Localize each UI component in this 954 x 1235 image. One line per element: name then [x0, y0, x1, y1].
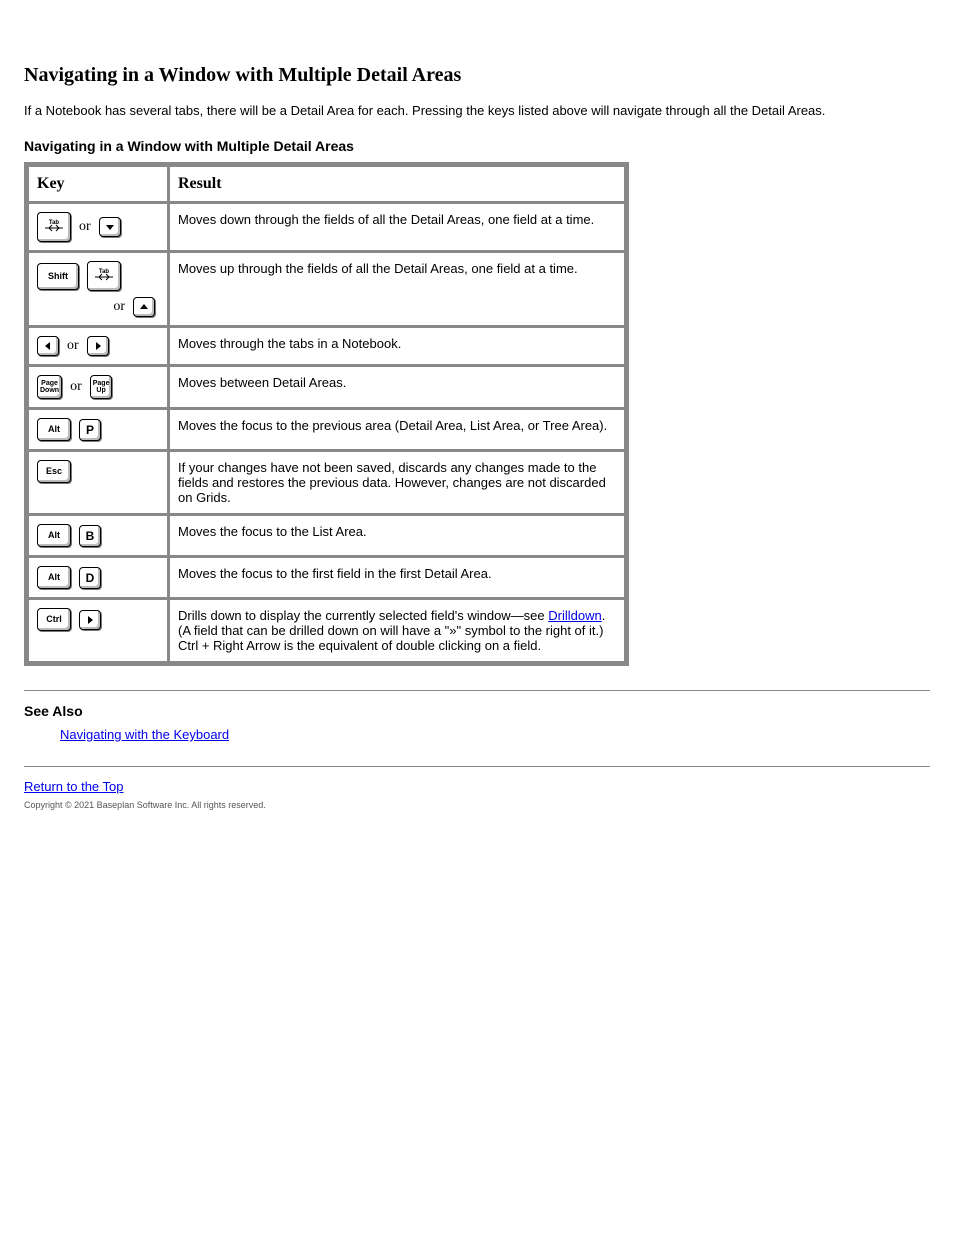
result-pre: Drills down to display the currently sel…	[178, 608, 548, 623]
ctrl-key-icon: Ctrl	[37, 608, 71, 631]
alt-key-icon: Alt	[37, 418, 71, 441]
page-up-key-icon: PageUp	[90, 375, 113, 399]
table-row: Ctrl Drills down to display the currentl…	[28, 599, 625, 662]
tab-key-icon: Tab	[87, 261, 121, 291]
right-arrow-key-icon	[79, 610, 101, 630]
result-text: Drills down to display the currently sel…	[169, 599, 625, 662]
result-text: Moves the focus to the first field in th…	[169, 557, 625, 598]
alt-key-icon: Alt	[37, 566, 71, 589]
result-text: Moves between Detail Areas.	[169, 366, 625, 408]
d-key-icon: D	[79, 567, 101, 589]
or-text: or	[113, 299, 125, 315]
result-text: If your changes have not been saved, dis…	[169, 451, 625, 514]
svg-text:Tab: Tab	[99, 269, 110, 275]
see-also-label: See Also	[24, 703, 83, 719]
b-key-icon: B	[79, 525, 101, 547]
result-text: Moves through the tabs in a Notebook.	[169, 327, 625, 365]
see-also-section: See Also Navigating with the Keyboard	[24, 703, 930, 742]
result-text: Moves the focus to the previous area (De…	[169, 409, 625, 450]
column-header-key: Key	[28, 166, 168, 202]
section-heading: Navigating in a Window with Multiple Det…	[24, 64, 930, 87]
left-arrow-key-icon	[37, 336, 59, 356]
or-text: or	[67, 338, 79, 354]
notebook-description: If a Notebook has several tabs, there wi…	[24, 103, 930, 118]
return-to-top-link[interactable]: Return to the Top	[24, 779, 124, 794]
page-down-key-icon: PageDown	[37, 375, 62, 399]
divider	[24, 766, 930, 767]
divider	[24, 690, 930, 691]
table-row: Shift Tab or Moves up through the fields…	[28, 252, 625, 326]
column-header-result: Result	[169, 166, 625, 202]
or-text: or	[79, 219, 91, 235]
shift-key-icon: Shift	[37, 263, 79, 290]
table-subheading: Navigating in a Window with Multiple Det…	[24, 138, 930, 154]
table-row: Alt P Moves the focus to the previous ar…	[28, 409, 625, 450]
shortcut-table: Key Result Tab or Moves down through the…	[24, 162, 629, 666]
right-arrow-key-icon	[87, 336, 109, 356]
up-arrow-key-icon	[133, 297, 155, 317]
drilldown-link[interactable]: Drilldown	[548, 608, 601, 623]
table-row: or Moves through the tabs in a Notebook.	[28, 327, 625, 365]
table-row: PageDown or PageUp Moves between Detail …	[28, 366, 625, 408]
table-row: Tab or Moves down through the fields of …	[28, 203, 625, 251]
p-key-icon: P	[79, 419, 101, 441]
down-arrow-key-icon	[99, 217, 121, 237]
or-text: or	[70, 379, 82, 395]
result-text: Moves down through the fields of all the…	[169, 203, 625, 251]
table-row: Alt D Moves the focus to the first field…	[28, 557, 625, 598]
result-text: Moves the focus to the List Area.	[169, 515, 625, 556]
copyright-text: Copyright © 2021 Baseplan Software Inc. …	[24, 800, 930, 810]
result-text: Moves up through the fields of all the D…	[169, 252, 625, 326]
table-row: Alt B Moves the focus to the List Area.	[28, 515, 625, 556]
alt-key-icon: Alt	[37, 524, 71, 547]
see-also-link[interactable]: Navigating with the Keyboard	[60, 727, 229, 742]
esc-key-icon: Esc	[37, 460, 71, 483]
tab-key-icon: Tab	[37, 212, 71, 242]
svg-text:Tab: Tab	[49, 220, 60, 226]
table-row: Esc If your changes have not been saved,…	[28, 451, 625, 514]
